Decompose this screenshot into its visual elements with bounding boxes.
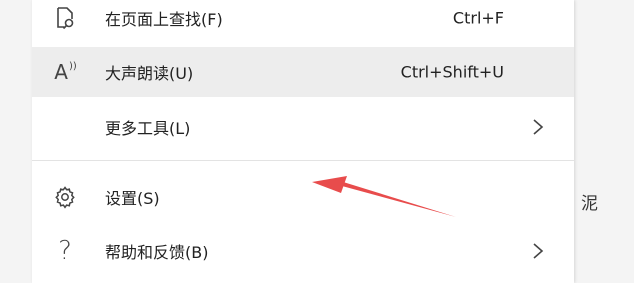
browser-context-menu: 在页面上查找(F) Ctrl+F A)) 大声朗读(U) Ctrl+Shift+… bbox=[32, 0, 574, 283]
menu-item-label: 大声朗读(U) bbox=[105, 64, 194, 83]
menu-item-shortcut: Ctrl+F bbox=[452, 8, 504, 28]
menu-item-label: 在页面上查找(F) bbox=[105, 10, 223, 29]
menu-item-read-aloud[interactable]: A)) 大声朗读(U) Ctrl+Shift+U bbox=[32, 47, 574, 97]
read-aloud-icon-letter: A bbox=[54, 60, 68, 84]
background-text-fragment: 泥 bbox=[577, 194, 597, 211]
screenshot-stage: 在页面上查找(F) Ctrl+F A)) 大声朗读(U) Ctrl+Shift+… bbox=[0, 0, 634, 283]
gear-icon bbox=[52, 184, 78, 210]
menu-item-find-on-page[interactable]: 在页面上查找(F) Ctrl+F bbox=[32, 0, 574, 43]
menu-item-label: 设置(S) bbox=[105, 189, 160, 208]
menu-item-more-tools[interactable]: 更多工具(L) bbox=[32, 102, 574, 152]
menu-item-label: 帮助和反馈(B) bbox=[105, 243, 209, 262]
chevron-right-icon bbox=[533, 119, 544, 135]
menu-item-shortcut: Ctrl+Shift+U bbox=[400, 62, 504, 82]
find-on-page-icon bbox=[52, 5, 78, 31]
chevron-right-icon bbox=[533, 243, 544, 259]
menu-divider bbox=[32, 160, 574, 161]
question-icon: ? bbox=[58, 236, 72, 266]
menu-item-label: 更多工具(L) bbox=[105, 119, 191, 138]
read-aloud-icon: A)) bbox=[54, 60, 77, 84]
menu-item-help-feedback[interactable]: ? 帮助和反馈(B) bbox=[32, 226, 574, 276]
menu-item-settings[interactable]: 设置(S) bbox=[32, 172, 574, 222]
